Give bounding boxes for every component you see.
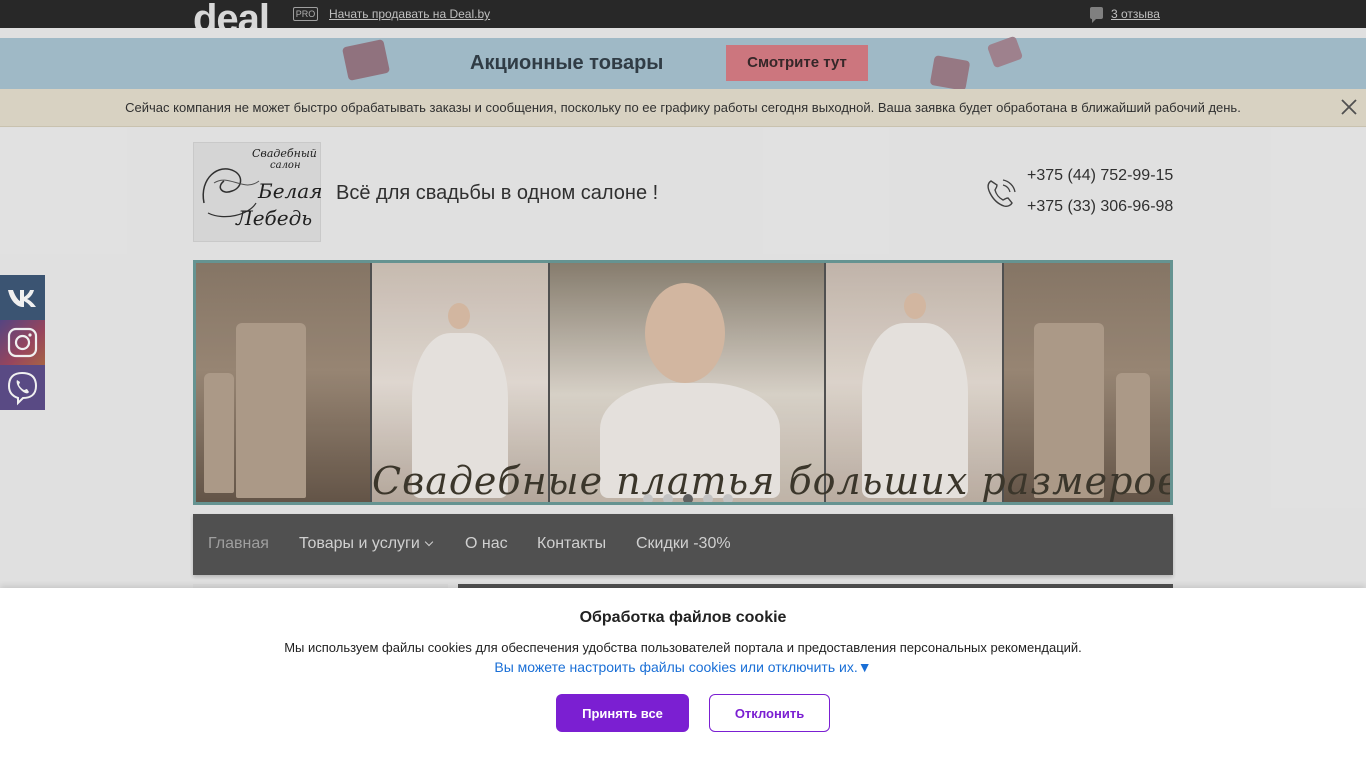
reject-button[interactable]: Отклонить xyxy=(709,694,830,732)
promo-banner[interactable]: Акционные товары Смотрите тут xyxy=(0,35,1366,91)
promo-title: Акционные товары xyxy=(470,52,664,74)
promo-see-here-button[interactable]: Смотрите тут xyxy=(726,45,868,81)
model-face-image xyxy=(448,303,470,329)
slider-dot[interactable] xyxy=(703,494,713,502)
gift-box-image xyxy=(929,55,971,91)
slider-dot[interactable] xyxy=(723,494,733,502)
salon-logo[interactable]: Свадебный салон Белая Лебедь xyxy=(193,142,322,242)
nav-products-services[interactable]: Товары и услуги xyxy=(299,535,434,553)
cookie-settings-link[interactable]: Вы можете настроить файлы cookies или от… xyxy=(0,659,1366,675)
cookie-text: Мы используем файлы cookies для обеспече… xyxy=(284,640,1082,655)
top-bar: deal PRO Начать продавать на Deal.by 3 о… xyxy=(0,0,1366,28)
reviews: 3 отзыва xyxy=(1090,7,1160,23)
slide-caption: Свадебные платья больших размеров xyxy=(372,459,1173,503)
cookie-title: Обработка файлов cookie xyxy=(579,609,787,626)
logo-text-line3: Белая xyxy=(257,179,322,203)
slide-panel-candles xyxy=(196,263,370,502)
pro-badge: PRO xyxy=(293,7,318,21)
slider-dots xyxy=(643,491,743,502)
gift-box-image xyxy=(986,35,1024,69)
instagram-button[interactable] xyxy=(0,320,45,365)
logo-text-line1: Свадебный xyxy=(252,147,317,160)
nav-home[interactable]: Главная xyxy=(208,535,269,553)
nav-products-services-label: Товары и услуги xyxy=(299,535,420,552)
slogan: Всё для свадьбы в одном салоне ! xyxy=(336,182,659,204)
logo-text-line2: салон xyxy=(270,160,301,171)
candle-image xyxy=(236,323,306,498)
chevron-down-icon xyxy=(424,537,434,547)
phone-number-2[interactable]: +375 (33) 306-96-98 xyxy=(1027,198,1173,216)
nav-contacts[interactable]: Контакты xyxy=(537,535,606,553)
slider-dot[interactable] xyxy=(643,494,653,502)
viber-button[interactable] xyxy=(0,365,45,410)
vk-icon xyxy=(8,290,36,307)
viber-icon xyxy=(7,371,38,406)
model-face-image xyxy=(904,293,926,319)
accept-all-button[interactable]: Принять все xyxy=(556,694,689,732)
swan-logo-image: Свадебный салон Белая Лебедь xyxy=(202,147,322,230)
nav-about[interactable]: О нас xyxy=(465,535,508,553)
main-nav: Главная Товары и услуги О нас Контакты С… xyxy=(193,514,1173,575)
model-face-image xyxy=(645,283,725,383)
closed-notice: Сейчас компания не может быстро обрабаты… xyxy=(0,89,1366,127)
notice-text: Сейчас компания не может быстро обрабаты… xyxy=(125,100,1241,115)
comment-icon xyxy=(1090,7,1103,23)
gift-box-image xyxy=(341,39,391,81)
vk-button[interactable] xyxy=(0,275,45,320)
logo-text-line4: Лебедь xyxy=(235,206,312,230)
candle-image xyxy=(204,373,234,493)
image-slider[interactable]: Свадебные платья больших размеров xyxy=(193,260,1173,505)
slider-dot-active[interactable] xyxy=(683,494,693,502)
phone-number-1[interactable]: +375 (44) 752-99-15 xyxy=(1027,167,1173,185)
instagram-icon xyxy=(7,327,38,358)
nav-discounts[interactable]: Скидки -30% xyxy=(636,535,731,553)
start-selling-link[interactable]: Начать продавать на Deal.by xyxy=(329,7,490,21)
reviews-link[interactable]: 3 отзыва xyxy=(1111,7,1160,21)
close-icon[interactable] xyxy=(1340,98,1358,116)
deal-logo[interactable]: deal xyxy=(193,0,269,28)
phone-icon xyxy=(987,179,1016,207)
slider-dot[interactable] xyxy=(663,494,673,502)
cookie-banner: Обработка файлов cookie Мы используем фа… xyxy=(0,588,1366,768)
